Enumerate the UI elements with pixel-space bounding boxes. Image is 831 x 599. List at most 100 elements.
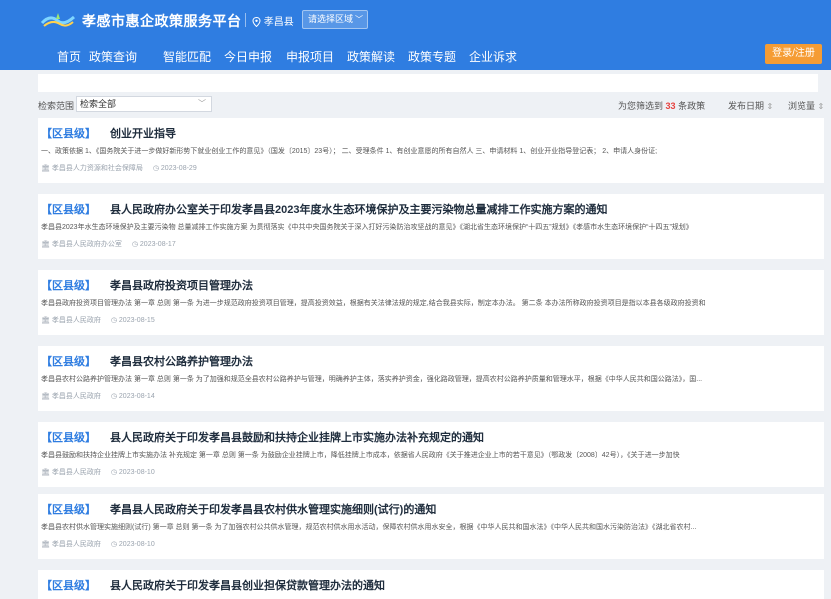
region-select[interactable]: 请选择区域 ﹀ <box>302 10 368 29</box>
policy-department: 孝昌县人民政府 <box>51 469 101 476</box>
policy-title[interactable]: 【区县级】 县人民政府关于印发孝昌县创业担保贷款管理办法的通知 <box>41 577 385 593</box>
search-panel <box>38 74 818 92</box>
location-display[interactable]: 孝昌县 <box>252 13 294 28</box>
search-scope-select[interactable]: 检索全部 ﹀ <box>76 96 212 112</box>
policy-department: 孝昌县人民政府 <box>51 541 101 548</box>
sort-views-label: 浏览量 <box>788 101 816 111</box>
result-number: 33 <box>665 101 676 111</box>
filter-bar: 检索范围 检索全部 ﹀ 为您筛选到 33 条政策 发布日期 ⇕ 浏览量 ⇕ <box>38 96 828 114</box>
policy-title[interactable]: 【区县级】 创业开业指导 <box>41 125 176 141</box>
policy-summary: 孝昌县鼓励和扶持企业挂牌上市实施办法 补充规定 第一章 总则 第一条 为鼓励企业… <box>41 452 680 459</box>
login-register-button[interactable]: 登录/注册 <box>765 44 822 64</box>
nav-item-today-apply[interactable]: 今日申报 <box>224 48 272 65</box>
site-title: 孝感市惠企政策服务平台 <box>82 13 242 29</box>
policy-meta: 🏛 孝昌县人民政府 ◷ 2023-08-14 <box>41 391 155 401</box>
policy-level: 【区县级】 <box>41 356 96 368</box>
nav-item-smart-match[interactable]: 智能匹配 <box>163 48 211 65</box>
main-nav: 首页 政策查询 智能匹配 今日申报 申报项目 政策解读 政策专题 企业诉求 <box>0 44 831 68</box>
filter-label: 检索范围 <box>38 101 75 111</box>
clock-icon: ◷ <box>131 241 138 248</box>
clock-icon: ◷ <box>110 317 117 324</box>
policy-department: 孝昌县人民政府 <box>51 317 101 324</box>
policy-title-text: 孝昌县政府投资项目管理办法 <box>110 280 253 292</box>
policy-summary: 孝昌县政府投资项目管理办法 第一章 总则 第一条 为进一步规范政府投资项目管理，… <box>41 300 706 307</box>
policy-title[interactable]: 【区县级】 县人民政府关于印发孝昌县鼓励和扶持企业挂牌上市实施办法补充规定的通知 <box>41 429 484 445</box>
policy-title[interactable]: 【区县级】 孝昌县农村公路养护管理办法 <box>41 353 253 369</box>
policy-title-text: 孝昌县人民政府关于印发孝昌县农村供水管理实施细则(试行)的通知 <box>110 504 437 516</box>
policy-title-text: 县人民政府关于印发孝昌县创业担保贷款管理办法的通知 <box>110 580 385 592</box>
sort-icon: ⇕ <box>766 102 774 111</box>
policy-level: 【区县级】 <box>41 128 96 140</box>
policy-date: 2023-08-14 <box>118 393 155 400</box>
policy-level: 【区县级】 <box>41 432 96 444</box>
policy-title[interactable]: 【区县级】 县人民政府办公室关于印发孝昌县2023年度水生态环境保护及主要污染物总… <box>41 201 607 217</box>
brand-row: 孝感市惠企政策服务平台 孝昌县 请选择区域 ﹀ <box>0 0 831 38</box>
chevron-down-icon: ﹀ <box>198 99 206 108</box>
policy-meta: 🏛 孝昌县人民政府 ◷ 2023-08-10 <box>41 539 155 549</box>
sort-icon: ⇕ <box>817 102 825 111</box>
policy-title[interactable]: 【区县级】 孝昌县政府投资项目管理办法 <box>41 277 253 293</box>
policy-title-text: 县人民政府关于印发孝昌县鼓励和扶持企业挂牌上市实施办法补充规定的通知 <box>110 432 484 444</box>
policy-level: 【区县级】 <box>41 204 96 216</box>
policy-date: 2023-08-17 <box>139 241 176 248</box>
policy-item[interactable]: 【区县级】 县人民政府关于印发孝昌县创业担保贷款管理办法的通知 <box>38 570 824 599</box>
chevron-down-icon: ﹀ <box>355 15 363 24</box>
location-label: 孝昌县 <box>263 17 294 28</box>
nav-item-apply-projects[interactable]: 申报项目 <box>286 48 334 65</box>
clock-icon: ◷ <box>110 393 117 400</box>
policy-item[interactable]: 【区县级】 孝昌县人民政府关于印发孝昌县农村供水管理实施细则(试行)的通知 孝昌县… <box>38 494 824 559</box>
clock-icon: ◷ <box>110 541 117 548</box>
policy-meta: 🏛 孝昌县人力资源和社会保障局 ◷ 2023-08-29 <box>41 163 197 173</box>
policy-date: 2023-08-15 <box>118 317 155 324</box>
policy-level: 【区县级】 <box>41 504 96 516</box>
policy-date: 2023-08-10 <box>118 541 155 548</box>
clock-icon: ◷ <box>152 165 159 172</box>
policy-summary: 孝昌县2023年水生态环境保护及主要污染物 总量减排工作实施方案 为贯彻落实《中… <box>41 224 693 231</box>
policy-item[interactable]: 【区县级】 县人民政府办公室关于印发孝昌县2023年度水生态环境保护及主要污染物总… <box>38 194 824 259</box>
building-icon: 🏛 <box>41 317 50 324</box>
building-icon: 🏛 <box>41 469 50 476</box>
result-count: 为您筛选到 33 条政策 <box>618 99 705 112</box>
nav-item-home[interactable]: 首页 <box>57 48 81 65</box>
policy-summary: 孝昌县农村供水管理实施细则(试行) 第一章 总则 第一条 为了加强农村公共供水管… <box>41 524 697 531</box>
policy-item[interactable]: 【区县级】 孝昌县政府投资项目管理办法 孝昌县政府投资项目管理办法 第一章 总则 … <box>38 270 824 335</box>
sort-by-date[interactable]: 发布日期 ⇕ <box>728 99 773 112</box>
nav-item-policy-topics[interactable]: 政策专题 <box>408 48 456 65</box>
policy-title[interactable]: 【区县级】 孝昌县人民政府关于印发孝昌县农村供水管理实施细则(试行)的通知 <box>41 501 436 517</box>
policy-meta: 🏛 孝昌县人民政府 ◷ 2023-08-15 <box>41 315 155 325</box>
search-scope-value: 检索全部 <box>80 99 117 109</box>
result-suffix: 条政策 <box>678 101 706 111</box>
clock-icon: ◷ <box>110 469 117 476</box>
policy-department: 孝昌县人民政府办公室 <box>51 241 122 248</box>
policy-level: 【区县级】 <box>41 580 96 592</box>
nav-item-policy-interpretation[interactable]: 政策解读 <box>347 48 395 65</box>
nav-item-enterprise-appeal[interactable]: 企业诉求 <box>469 48 517 65</box>
location-pin-icon <box>252 16 261 28</box>
policy-title-text: 创业开业指导 <box>110 128 176 140</box>
policy-summary: 孝昌县农村公路养护管理办法 第一章 总则 第一条 为了加强和规范全县农村公路养护… <box>41 376 703 383</box>
policy-department: 孝昌县人力资源和社会保障局 <box>51 165 143 172</box>
sort-by-views[interactable]: 浏览量 ⇕ <box>788 99 824 112</box>
policy-item[interactable]: 【区县级】 创业开业指导 一、政策依据 1、《国务院关于进一步做好新形势下就业创业… <box>38 118 824 183</box>
policy-date: 2023-08-29 <box>160 165 197 172</box>
building-icon: 🏛 <box>41 241 50 248</box>
header-divider <box>245 13 246 27</box>
building-icon: 🏛 <box>41 393 50 400</box>
sort-date-label: 发布日期 <box>728 101 765 111</box>
policy-title-text: 孝昌县农村公路养护管理办法 <box>110 356 253 368</box>
policy-item[interactable]: 【区县级】 孝昌县农村公路养护管理办法 孝昌县农村公路养护管理办法 第一章 总则 … <box>38 346 824 411</box>
policy-item[interactable]: 【区县级】 县人民政府关于印发孝昌县鼓励和扶持企业挂牌上市实施办法补充规定的通知 … <box>38 422 824 487</box>
region-select-value: 请选择区域 <box>308 14 354 24</box>
policy-meta: 🏛 孝昌县人民政府办公室 ◷ 2023-08-17 <box>41 239 176 249</box>
building-icon: 🏛 <box>41 541 50 548</box>
policy-meta: 🏛 孝昌县人民政府 ◷ 2023-08-10 <box>41 467 155 477</box>
policy-date: 2023-08-10 <box>118 469 155 476</box>
policy-title-text: 县人民政府办公室关于印发孝昌县2023年度水生态环境保护及主要污染物总量减排工作… <box>110 204 608 216</box>
policy-summary: 一、政策依据 1、《国务院关于进一步做好新形势下就业创业工作的意见》（国发〔20… <box>41 148 658 155</box>
nav-item-policy-query[interactable]: 政策查询 <box>89 48 137 65</box>
policy-department: 孝昌县人民政府 <box>51 393 101 400</box>
logo-icon <box>40 13 76 27</box>
policy-level: 【区县级】 <box>41 280 96 292</box>
result-prefix: 为您筛选到 <box>618 101 664 111</box>
building-icon: 🏛 <box>41 165 50 172</box>
